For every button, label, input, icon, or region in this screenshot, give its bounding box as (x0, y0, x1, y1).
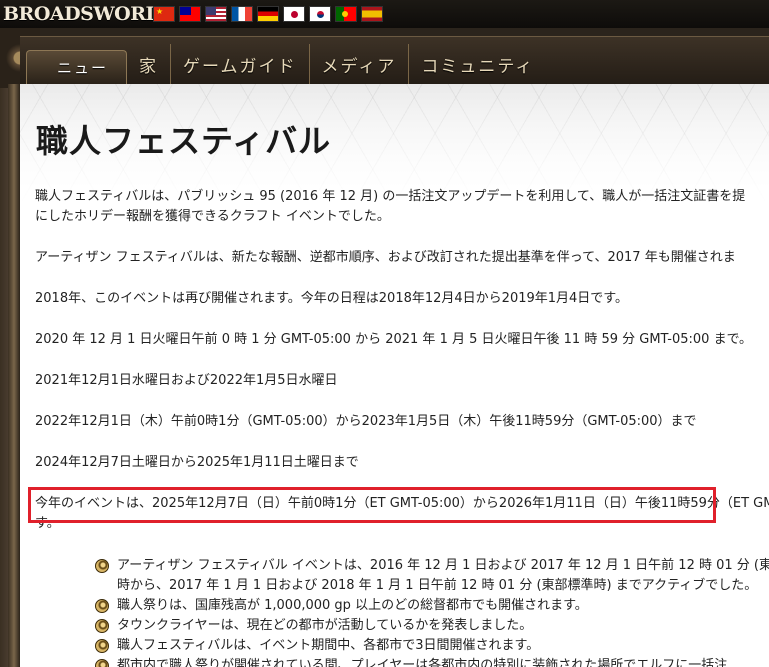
paragraph-intro-line2: にしたホリデー報酬を獲得できるクラフト イベントでした。 (35, 209, 390, 224)
nav-tab-game-guide[interactable]: ゲームガイド (171, 44, 310, 84)
france-flag-icon[interactable] (231, 6, 253, 22)
bullet-list: アーティザン フェスティバル イベントは、2016 年 12 月 1 日および … (95, 556, 769, 667)
ankh-bullet-icon (95, 559, 109, 573)
taiwan-flag-icon[interactable] (179, 6, 201, 22)
list-item: アーティザン フェスティバル イベントは、2016 年 12 月 1 日および … (95, 556, 769, 576)
japan-flag-icon[interactable] (283, 6, 305, 22)
ankh-bullet-icon (95, 619, 109, 633)
paragraph-2021: 2021年12月1日水曜日および2022年1月5日水曜日 (35, 373, 338, 388)
language-flags (153, 6, 383, 22)
paragraph-2018: 2018年、このイベントは再び開催されます。今年の日程は2018年12月4日から… (35, 291, 629, 306)
list-item: 職人フェスティバルは、イベント期間中、各都市で3日間開催されます。 (95, 636, 769, 656)
nav-tab-news[interactable]: ニュー (26, 50, 128, 84)
germany-flag-icon[interactable] (257, 6, 279, 22)
spain-flag-icon[interactable] (361, 6, 383, 22)
paragraph-intro-line1: 職人フェスティバルは、パブリッシュ 95 (2016 年 12 月) の一括注文… (35, 189, 746, 204)
nav-tab-community: コミュニティ (421, 56, 535, 77)
paragraph-2020: 2020 年 12 月 1 日火曜日午前 0 時 1 分 GMT-05:00 か… (35, 332, 753, 347)
portugal-flag-icon[interactable] (335, 6, 357, 22)
paragraph-2024: 2024年12月7日土曜日から2025年1月11日土曜日まで (35, 455, 359, 470)
list-item: タウンクライヤーは、現在どの都市が活動しているかを発表しました。 (95, 616, 769, 636)
usa-flag-icon[interactable] (205, 6, 227, 22)
content-border (8, 84, 20, 667)
ankh-bullet-icon (95, 599, 109, 613)
top-bar: BROADSWORD (0, 0, 769, 28)
list-item: 職人祭りは、国庫残高が 1,000,000 gp 以上のどの総督都市でも開催され… (95, 596, 769, 616)
ankh-bullet-icon (95, 639, 109, 653)
site-logo[interactable]: BROADSWORD (3, 3, 162, 25)
paragraph-2022: 2022年12月1日（木）午前0時1分（GMT-05:00）から2023年1月5… (35, 414, 697, 429)
list-item: 時から、2017 年 1 月 1 日および 2018 年 1 月 1 日午前 1… (117, 578, 758, 593)
ankh-bullet-icon (95, 659, 109, 667)
nav-tab-home[interactable]: 家 (127, 44, 172, 84)
nav-tab-media[interactable]: メディア (310, 44, 410, 84)
highlight-box (28, 487, 716, 523)
page-title: 職人フェスティバル (36, 122, 332, 160)
korea-flag-icon[interactable] (309, 6, 331, 22)
main-nav: ニュー 家 ゲームガイド メディア コミュニティ (20, 36, 769, 84)
paragraph-2017: アーティザン フェスティバルは、新たな報酬、逆都市順序、および改訂された提出基準… (35, 250, 736, 265)
list-item: 都市内で職人祭りが開催されている間、プレイヤーは各都市内の特別に装飾された場所で… (95, 656, 769, 667)
china-flag-icon[interactable] (153, 6, 175, 22)
